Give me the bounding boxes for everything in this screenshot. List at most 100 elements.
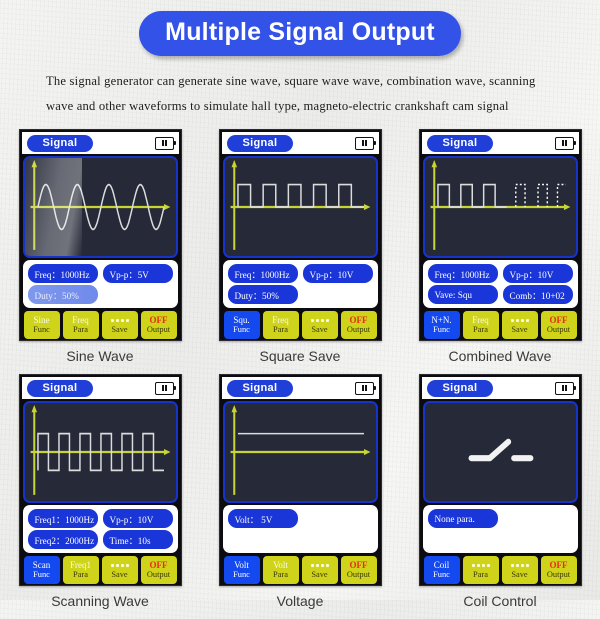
- waveform-plot: [30, 405, 170, 496]
- softkey-row: N+N. Func Freq Para Save OFF Output: [423, 311, 577, 340]
- softkey-button[interactable]: Freq Para: [62, 311, 99, 340]
- battery-icon: [554, 136, 576, 150]
- softkey-button[interactable]: OFF Output: [540, 556, 577, 585]
- param-pill[interactable]: [303, 285, 373, 304]
- signal-name-badge[interactable]: Signal: [26, 379, 94, 397]
- softkey-button[interactable]: Save: [301, 311, 338, 340]
- softkey-bottom-label: Func: [233, 569, 250, 579]
- softkey-button[interactable]: Save: [301, 556, 338, 585]
- softkey-row: Squ. Func Freq Para Save OFF Output: [223, 311, 377, 340]
- header-banner-wrap: Multiple Signal Output: [0, 0, 600, 56]
- param-pill[interactable]: Vp-p：10V: [502, 264, 573, 284]
- description-line-1: The signal generator can generate sine w…: [46, 74, 536, 88]
- param-pill[interactable]: [303, 530, 373, 549]
- parameter-panel: Freq1：1000Hz Vp-p：10V Freq2：2000Hz Time：10s: [22, 505, 178, 554]
- device-cell: Signal Freq：1000Hz Vp-p：10V Vave: Squ Comb：1…: [410, 129, 590, 374]
- param-pill[interactable]: Time：10s: [102, 530, 173, 550]
- param-pill[interactable]: Vp-p：10V: [302, 264, 373, 284]
- signal-name-badge[interactable]: Signal: [226, 379, 294, 397]
- param-pill[interactable]: [428, 530, 498, 549]
- device-caption: Voltage: [276, 593, 324, 610]
- device-caption: Sine Wave: [66, 348, 134, 365]
- signal-name-badge[interactable]: Signal: [426, 379, 494, 397]
- device-titlebar: Signal: [221, 132, 379, 155]
- waveform-plot: [430, 160, 570, 251]
- parameter-panel: None para.: [422, 505, 578, 554]
- softkey-bottom-label: Para: [473, 324, 488, 334]
- softkey-button[interactable]: Save: [101, 556, 138, 585]
- signal-generator-device: Signal Freq1：1000Hz Vp-p：10V Freq2：2000Hz Ti…: [18, 374, 182, 587]
- softkey-button[interactable]: OFF Output: [540, 311, 577, 340]
- softkey-button[interactable]: Freq Para: [462, 311, 499, 340]
- softkey-row: Coil Func Para Save OFF Output: [423, 556, 577, 585]
- softkey-row: Sine Func Freq Para Save OFF Output: [23, 311, 177, 340]
- signal-name-badge[interactable]: Signal: [426, 134, 494, 152]
- device-caption: Square Save: [259, 348, 341, 365]
- softkey-row: Volt Func Volt Para Save OFF Output: [223, 556, 377, 585]
- waveform-screen: [422, 401, 578, 504]
- device-cell: Signal Freq1：1000Hz Vp-p：10V Freq2：2000Hz Ti…: [10, 374, 190, 619]
- softkey-bottom-label: Save: [511, 324, 528, 334]
- softkey-button[interactable]: Sine Func: [23, 311, 60, 340]
- device-grid: Signal Freq：1000Hz Vp-p：5V Duty：50% Sine Func…: [0, 129, 600, 619]
- waveform-screen: [22, 156, 178, 259]
- softkey-bottom-label: Output: [146, 324, 171, 334]
- param-pill[interactable]: None para.: [427, 509, 498, 529]
- softkey-bottom-label: Save: [311, 569, 328, 579]
- softkey-button[interactable]: Volt Func: [223, 556, 260, 585]
- softkey-button[interactable]: Scan Func: [23, 556, 60, 585]
- param-pill[interactable]: Freq1：1000Hz: [27, 509, 98, 529]
- device-caption: Combined Wave: [448, 348, 552, 365]
- param-pill[interactable]: Comb：10+02: [502, 285, 573, 305]
- description-text: The signal generator can generate sine w…: [46, 69, 554, 119]
- param-pill[interactable]: [503, 509, 573, 528]
- param-pill[interactable]: Duty：50%: [227, 285, 298, 305]
- device-caption: Coil Control: [463, 593, 537, 610]
- param-pill[interactable]: Vp-p：10V: [102, 509, 173, 529]
- param-pill[interactable]: Freq2：2000Hz: [27, 530, 98, 550]
- param-pill[interactable]: Duty：50%: [27, 285, 98, 305]
- param-pill[interactable]: Vp-p：5V: [102, 264, 173, 284]
- signal-name-badge[interactable]: Signal: [26, 134, 94, 152]
- parameter-panel: Freq：1000Hz Vp-p：5V Duty：50%: [22, 260, 178, 309]
- softkey-button[interactable]: Freq1 Para: [62, 556, 99, 585]
- signal-generator-device: Signal Freq：1000Hz Vp-p：10V Vave: Squ Comb：1…: [418, 129, 582, 342]
- softkey-bottom-label: Output: [146, 569, 171, 579]
- param-pill[interactable]: [228, 530, 298, 549]
- softkey-button[interactable]: Squ. Func: [223, 311, 260, 340]
- softkey-bottom-label: Func: [433, 324, 450, 334]
- param-pill[interactable]: [103, 285, 173, 304]
- softkey-bottom-label: Para: [273, 569, 288, 579]
- softkey-button[interactable]: OFF Output: [340, 556, 377, 585]
- softkey-row: Scan Func Freq1 Para Save OFF Output: [23, 556, 177, 585]
- param-pill[interactable]: Freq：1000Hz: [27, 264, 98, 284]
- param-pill[interactable]: Vave: Squ: [427, 285, 498, 305]
- softkey-bottom-label: Output: [546, 569, 571, 579]
- softkey-button[interactable]: N+N. Func: [423, 311, 460, 340]
- softkey-button[interactable]: Coil Func: [423, 556, 460, 585]
- param-pill[interactable]: [503, 530, 573, 549]
- device-titlebar: Signal: [21, 377, 179, 400]
- param-pill[interactable]: Freq：1000Hz: [427, 264, 498, 284]
- softkey-button[interactable]: Save: [101, 311, 138, 340]
- softkey-bottom-label: Func: [33, 569, 50, 579]
- softkey-bottom-label: Output: [346, 569, 371, 579]
- softkey-button[interactable]: Save: [501, 556, 538, 585]
- softkey-button[interactable]: Freq Para: [262, 311, 299, 340]
- softkey-button[interactable]: OFF Output: [340, 311, 377, 340]
- softkey-button[interactable]: OFF Output: [140, 311, 177, 340]
- softkey-button[interactable]: Save: [501, 311, 538, 340]
- battery-icon: [354, 381, 376, 395]
- softkey-button[interactable]: Para: [462, 556, 499, 585]
- battery-icon: [154, 381, 176, 395]
- device-cell: Signal Volt： 5V Volt Func Volt Para Save OFF Out…: [210, 374, 390, 619]
- softkey-bottom-label: Save: [111, 324, 128, 334]
- softkey-button[interactable]: OFF Output: [140, 556, 177, 585]
- parameter-panel: Freq：1000Hz Vp-p：10V Duty：50%: [222, 260, 378, 309]
- param-pill[interactable]: [303, 509, 373, 528]
- param-pill[interactable]: Freq：1000Hz: [227, 264, 298, 284]
- param-pill[interactable]: Volt： 5V: [227, 509, 298, 529]
- battery-icon: [554, 381, 576, 395]
- softkey-button[interactable]: Volt Para: [262, 556, 299, 585]
- signal-name-badge[interactable]: Signal: [226, 134, 294, 152]
